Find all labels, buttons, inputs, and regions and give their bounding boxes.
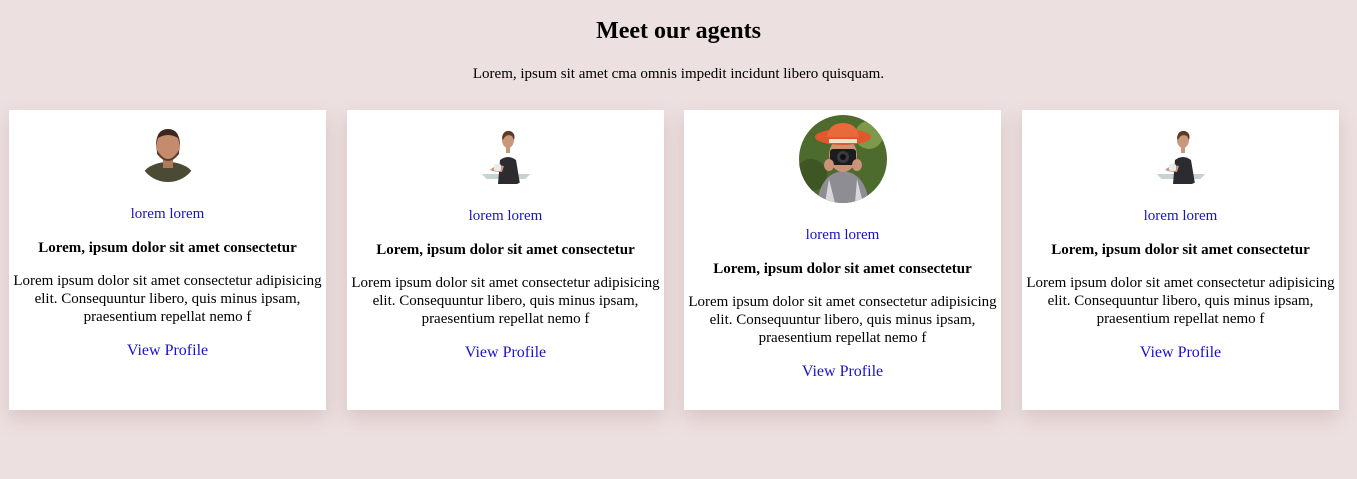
agent-description: Lorem ipsum dolor sit amet consectetur a… [688,294,997,346]
agent-card: lorem lorem Lorem, ipsum dolor sit amet … [1022,110,1339,410]
view-profile-link[interactable]: View Profile [1022,344,1339,362]
agent-description: Lorem ipsum dolor sit amet consectetur a… [351,275,660,327]
agent-description: Lorem ipsum dolor sit amet consectetur a… [1026,275,1335,327]
woman-coffee-avatar-icon [1150,126,1211,186]
agent-name-link[interactable]: lorem lorem [347,208,664,225]
view-profile-link[interactable]: View Profile [684,363,1001,381]
agent-headline: Lorem, ipsum dolor sit amet consectetur [1051,242,1310,258]
agent-card: lorem lorem Lorem, ipsum dolor sit amet … [347,110,664,410]
page-subtitle: Lorem, ipsum sit amet cma omnis impedit … [472,66,885,82]
agent-name-link[interactable]: lorem lorem [9,206,326,223]
photographer-avatar-icon [798,115,887,203]
agent-headline: Lorem, ipsum dolor sit amet consectetur [376,242,635,258]
agent-name-link[interactable]: lorem lorem [1022,208,1339,225]
agent-headline: Lorem, ipsum dolor sit amet consectetur [38,240,297,256]
view-profile-link[interactable]: View Profile [347,344,664,362]
agent-card: lorem lorem Lorem, ipsum dolor sit amet … [9,110,326,410]
woman-coffee-avatar-icon [475,126,536,186]
agent-name-link[interactable]: lorem lorem [684,227,1001,244]
page-title: Meet our agents [596,18,761,44]
view-profile-link[interactable]: View Profile [9,342,326,360]
agent-description: Lorem ipsum dolor sit amet consectetur a… [13,273,322,325]
agent-headline: Lorem, ipsum dolor sit amet consectetur [713,261,972,277]
agent-card: lorem lorem Lorem, ipsum dolor sit amet … [684,110,1001,410]
man-portrait-avatar-icon [137,122,198,182]
